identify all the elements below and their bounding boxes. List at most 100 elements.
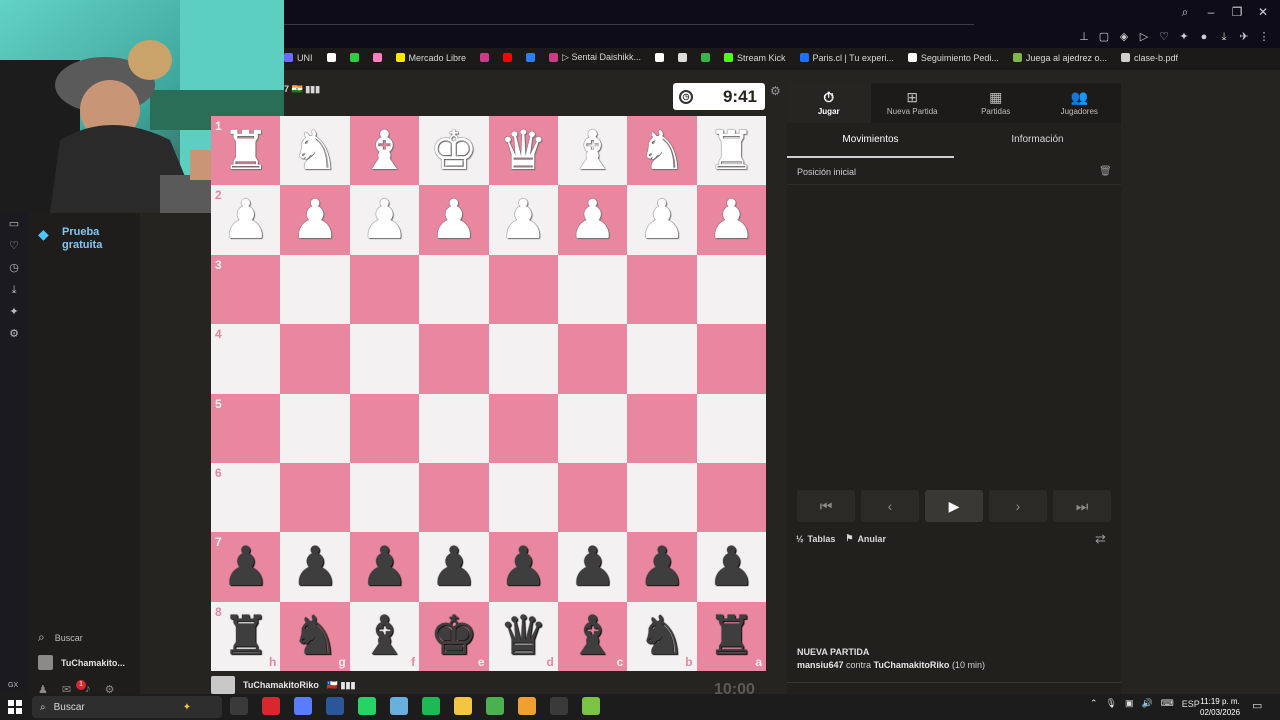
board-square[interactable]: ♟ xyxy=(696,532,766,602)
explorer-icon[interactable] xyxy=(454,697,472,715)
black-pawn-icon[interactable]: ♟ xyxy=(221,539,269,594)
white-bishop-icon[interactable]: ♝ xyxy=(360,123,408,178)
board-square[interactable] xyxy=(696,324,766,394)
bookmark-item[interactable]: Juega al ajedrez o... xyxy=(1012,52,1107,63)
board-square[interactable] xyxy=(419,462,489,533)
board-square[interactable]: ♟ 7 xyxy=(211,532,281,602)
windows-start-icon[interactable] xyxy=(8,700,22,714)
board-square[interactable]: ♝ xyxy=(349,116,420,186)
player-name[interactable]: TuChamakitoRiko xyxy=(243,680,319,690)
board-square[interactable] xyxy=(280,254,350,325)
keyboard-icon[interactable]: ⌨ xyxy=(1161,698,1174,709)
spotify-icon[interactable] xyxy=(422,697,440,715)
white-pawn-icon[interactable]: ♟ xyxy=(360,193,408,247)
bookmark-item[interactable] xyxy=(677,52,687,63)
board-square[interactable]: ♞ xyxy=(280,116,350,186)
black-bishop-icon[interactable]: ♝ xyxy=(568,609,616,663)
whatsapp-icon[interactable] xyxy=(358,697,376,715)
bookmark-item[interactable] xyxy=(326,52,336,63)
tab-partidas[interactable]: ▦ Partidas xyxy=(954,83,1038,123)
trash-icon[interactable]: 🗑 xyxy=(1099,166,1112,177)
heart-icon[interactable]: ♡ xyxy=(1158,30,1170,44)
board-square[interactable]: ♜ xyxy=(696,116,766,186)
tab-jugar[interactable]: ⏱ Jugar xyxy=(787,83,871,123)
next-move-button[interactable]: › xyxy=(989,490,1047,522)
history-icon[interactable]: ◷ xyxy=(0,257,28,279)
board-square[interactable]: ♞ g xyxy=(280,601,350,671)
wallet-icon[interactable]: ▭ xyxy=(0,213,28,235)
white-knight-icon[interactable]: ♞ xyxy=(638,123,686,178)
task-view-icon[interactable] xyxy=(230,697,248,715)
volume-icon[interactable]: 🔊 xyxy=(1142,698,1153,709)
bookmark-item[interactable] xyxy=(526,52,536,63)
heart-icon[interactable]: ♡ xyxy=(0,235,28,257)
board-square[interactable]: ♞ xyxy=(627,116,697,186)
board-square[interactable] xyxy=(627,254,697,325)
board-square[interactable] xyxy=(557,462,628,533)
black-bishop-icon[interactable]: ♝ xyxy=(360,609,408,663)
board-square[interactable] xyxy=(627,324,697,394)
board-square[interactable] xyxy=(419,393,489,463)
snapshot-icon[interactable]: ▢ xyxy=(1098,30,1110,44)
ai-icon[interactable]: ✈ xyxy=(1238,30,1250,44)
white-pawn-icon[interactable]: ♟ xyxy=(568,193,616,247)
white-pawn-icon[interactable]: ♟ xyxy=(707,193,755,247)
nav-search[interactable]: ⌕ Buscar xyxy=(38,630,83,645)
board-square[interactable]: 6 xyxy=(211,462,281,533)
board-square[interactable] xyxy=(488,324,558,394)
language-indicator[interactable]: ESP xyxy=(1182,699,1200,709)
bookmark-item[interactable]: Mercado Libre xyxy=(395,52,466,63)
bookmark-item[interactable]: clase-b.pdf xyxy=(1120,52,1178,63)
board-square[interactable]: ♟ 2 xyxy=(211,185,281,255)
chevron-up-icon[interactable]: ⌃ xyxy=(1090,698,1098,709)
board-square[interactable]: ♝ f xyxy=(349,601,420,671)
subtab-movimientos[interactable]: Movimientos xyxy=(787,126,954,158)
board-square[interactable] xyxy=(488,254,558,325)
board-square[interactable] xyxy=(419,254,489,325)
board-square[interactable]: ♜ 8 h xyxy=(211,601,281,671)
bookmark-item[interactable]: Paris.cl | Tu experi... xyxy=(799,52,894,63)
board-square[interactable]: ♟ xyxy=(488,532,558,602)
board-square[interactable]: ♚ xyxy=(419,116,489,186)
word-icon[interactable] xyxy=(326,697,344,715)
white-rook-icon[interactable]: ♜ xyxy=(707,123,755,178)
black-pawn-icon[interactable]: ♟ xyxy=(360,539,408,594)
board-square[interactable]: ♟ xyxy=(419,185,489,255)
pin-icon[interactable]: ⊥ xyxy=(1078,30,1090,44)
board-square[interactable]: ♟ xyxy=(557,185,628,255)
board-square[interactable]: ♝ xyxy=(557,116,628,186)
subtab-informacion[interactable]: Información xyxy=(954,126,1121,158)
board-square[interactable]: ♜ a xyxy=(696,601,766,671)
white-pawn-icon[interactable]: ♟ xyxy=(430,193,478,247)
board-square[interactable]: ♚ e xyxy=(419,601,489,671)
bookmark-item[interactable] xyxy=(700,52,710,63)
board-square[interactable]: 4 xyxy=(211,324,281,394)
black-knight-icon[interactable]: ♞ xyxy=(291,609,339,663)
prev-move-button[interactable]: ‹ xyxy=(861,490,919,522)
board-square[interactable] xyxy=(349,324,420,394)
black-pawn-icon[interactable]: ♟ xyxy=(707,539,755,594)
board-square[interactable] xyxy=(349,393,420,463)
board-square[interactable]: ♟ xyxy=(557,532,628,602)
white-pawn-icon[interactable]: ♟ xyxy=(638,193,686,247)
board-square[interactable] xyxy=(627,462,697,533)
board-square[interactable]: ♟ xyxy=(280,532,350,602)
chess-board[interactable]: ♜ 1 ♞ ♝ ♚ ♛ ♝ ♞ ♜ ♟ 2 ♟ ♟ ♟ ♟ ♟ ♟ ♟ 3 4 5 6 ♟ 7 ♟ ♟ ♟ ♟ ♟ ♟ ♟ ♜ 8 h ♞ g ♝ f ♚ e… xyxy=(211,116,766,671)
tray-clock[interactable]: 11:19 p. m. 02/03/2026 xyxy=(1200,696,1240,718)
bookmark-item[interactable]: Seguimiento Pedi... xyxy=(907,52,999,63)
abort-button[interactable]: ⚑ Anular xyxy=(845,533,886,544)
board-square[interactable] xyxy=(419,324,489,394)
store-icon[interactable] xyxy=(518,697,536,715)
opera-gx-icon[interactable] xyxy=(262,697,280,715)
white-pawn-icon[interactable]: ♟ xyxy=(499,193,547,247)
board-square[interactable]: ♟ xyxy=(349,532,420,602)
black-queen-icon[interactable]: ♛ xyxy=(499,609,547,663)
minecraft-icon[interactable] xyxy=(486,697,504,715)
vpn-icon[interactable]: ◈ xyxy=(1118,30,1130,44)
copilot-icon[interactable] xyxy=(294,697,312,715)
board-square[interactable] xyxy=(280,393,350,463)
board-square[interactable]: ♟ xyxy=(488,185,558,255)
board-square[interactable] xyxy=(696,462,766,533)
black-player[interactable]: TuChamakitoRiko xyxy=(874,660,950,670)
white-queen-icon[interactable]: ♛ xyxy=(499,123,547,178)
